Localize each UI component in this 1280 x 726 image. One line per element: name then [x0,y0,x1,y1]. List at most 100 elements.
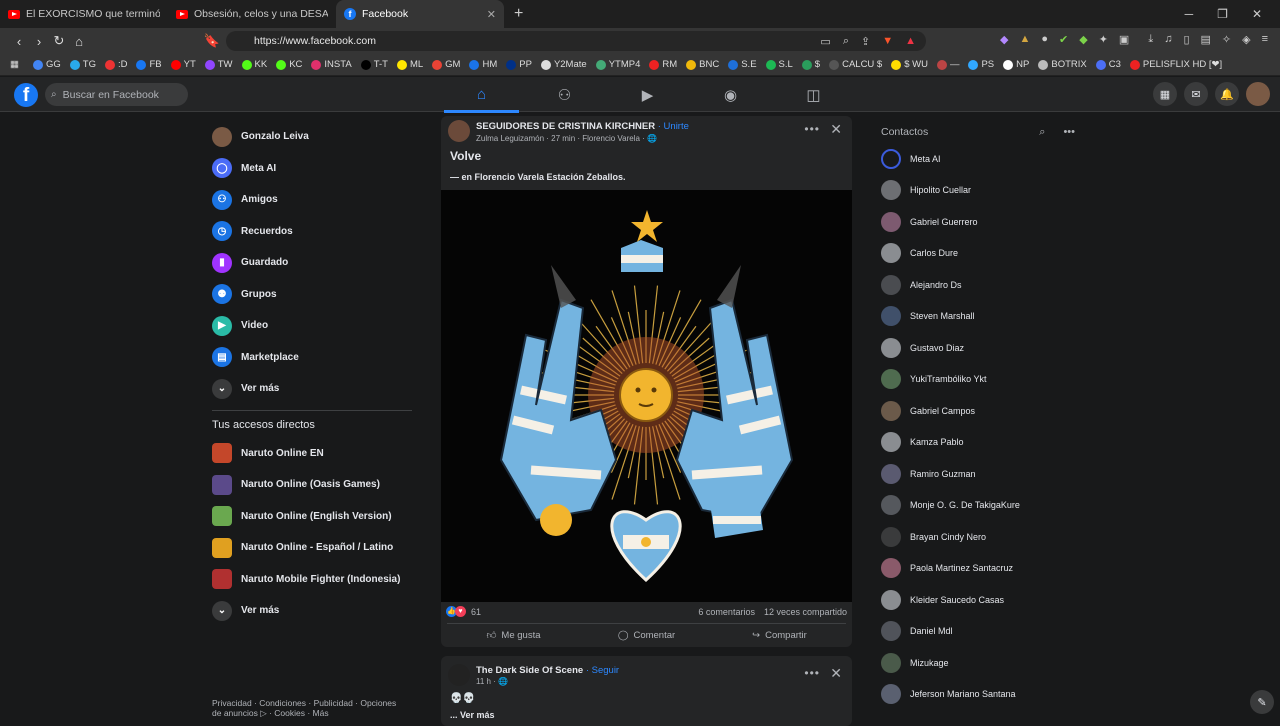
bookmark-item[interactable]: BOTRIX [1038,59,1086,70]
bookmark-item[interactable]: GG [33,59,61,70]
reload-button[interactable]: ↻ [49,33,69,49]
bookmark-item[interactable]: $ WU [891,59,928,70]
sidebar-item-meta-ai[interactable]: ◯Meta AI [212,153,412,185]
contact-item[interactable]: Monje O. G. De TakigaKure [881,490,1081,522]
reactions-icons[interactable]: 👍 ♥ [446,606,466,617]
facebook-logo[interactable]: f [14,83,38,107]
rewards-icon[interactable]: ▲ [905,35,916,47]
profile-avatar[interactable] [1246,82,1270,106]
contact-item[interactable]: YukiTrambóliko Ykt [881,364,1081,396]
share-button[interactable]: ↪Compartir [713,626,846,644]
comment-count[interactable]: 6 comentarios [698,607,755,617]
bookmark-item[interactable]: S.L [766,59,793,70]
contact-item[interactable]: Mizukage [881,647,1081,679]
bookmark-item[interactable]: RM [649,59,677,70]
extension-icon[interactable]: ● [1041,33,1048,46]
search-input[interactable]: ⌕ Buscar en Facebook [45,83,188,106]
shortcut-item[interactable]: Naruto Online - Español / Latino [212,532,412,564]
close-icon[interactable]: ✕ [830,665,842,682]
messenger-icon[interactable]: ✉ [1184,82,1208,106]
contact-item[interactable]: Hipolito Cuellar [881,175,1081,207]
see-more-link[interactable]: ... Ver más [450,710,495,720]
shortcut-item[interactable]: ⌄Ver más [212,595,412,627]
close-window-button[interactable]: ✕ [1252,7,1262,21]
sidebar-item-video[interactable]: ▶Video [212,310,412,342]
share-count[interactable]: 12 veces compartido [764,607,847,617]
bookmark-item[interactable]: $ [802,59,820,70]
bookmark-item[interactable]: BNC [686,59,719,70]
bookmark-item[interactable]: — [937,59,960,70]
sidebar-item-grupos[interactable]: ⚉Grupos [212,279,412,311]
bookmark-item[interactable]: PS [968,59,994,70]
notifications-icon[interactable]: 🔔 [1215,82,1239,106]
bookmark-item[interactable]: GM [432,59,460,70]
sidebar-item-guardado[interactable]: ▮Guardado [212,247,412,279]
contact-item[interactable]: Brayan Cindy Nero [881,521,1081,553]
sidebar-item-gonzalo-leiva[interactable]: Gonzalo Leiva [212,121,412,153]
contact-item[interactable]: Gabriel Campos [881,395,1081,427]
contact-item[interactable]: Paola Martinez Santacruz [881,553,1081,585]
groups-icon[interactable]: ◉ [689,77,772,112]
bookmark-item[interactable]: FB [136,59,161,70]
cast-icon[interactable]: ▭ [820,35,830,48]
reaction-count[interactable]: 61 [471,607,481,617]
follow-link[interactable]: · Seguir [586,665,619,676]
comment-button[interactable]: ◯Comentar [580,626,713,644]
contact-item[interactable]: Carlos Dure [881,238,1081,270]
bookmark-item[interactable]: S.E [728,59,756,70]
page-avatar[interactable] [448,664,470,686]
bookmark-item[interactable]: PP [506,59,532,70]
bookmark-item[interactable]: CALCU $ [829,59,882,70]
contact-item[interactable]: Daniel Mdl [881,616,1081,648]
bookmark-item[interactable]: TW [205,59,233,70]
sidebar-item-amigos[interactable]: ⚇Amigos [212,184,412,216]
bookmark-item[interactable]: NP [1003,59,1029,70]
bookmark-item[interactable]: PELISFLIX HD [❤] [1130,59,1222,70]
shortcut-item[interactable]: Naruto Online (Oasis Games) [212,469,412,501]
join-link[interactable]: · Unirte [658,121,689,132]
brave-shield-icon[interactable]: ▼ [882,35,893,47]
sidebar-icon[interactable]: ▯ [1183,33,1189,46]
back-button[interactable]: ‹ [9,34,29,49]
bookmark-item[interactable]: T-T [361,59,388,70]
download-icon[interactable]: ⤓ [1148,33,1153,46]
shortcut-item[interactable]: Naruto Online EN [212,438,412,470]
extension-icon[interactable]: ✔ [1059,33,1068,46]
post-image[interactable] [441,190,852,602]
bookmark-item[interactable]: YTMP4 [596,59,641,70]
menu-icon[interactable]: ≡ [1262,33,1268,46]
bookmark-item[interactable]: INSTA [311,59,351,70]
page-name[interactable]: The Dark Side Of Scene [476,665,583,676]
bookmark-item[interactable]: :D [105,59,128,70]
extension-icon[interactable]: ▣ [1119,33,1129,46]
extension-icon[interactable]: ◆ [1000,33,1008,46]
leo-icon[interactable]: ✧ [1222,33,1231,46]
wallet-icon[interactable]: ▤ [1201,33,1211,46]
contact-item[interactable]: Meta AI [881,143,1081,175]
share-icon[interactable]: ⇪ [861,35,870,48]
contact-item[interactable]: Kleider Saucedo Casas [881,584,1081,616]
close-tab-icon[interactable]: ✕ [487,8,496,21]
shortcut-item[interactable]: Naruto Mobile Fighter (Indonesia) [212,564,412,596]
extension-icon[interactable]: ▲ [1019,33,1030,46]
forward-button[interactable]: › [29,34,49,49]
music-icon[interactable]: ♫ [1164,33,1172,46]
group-avatar[interactable] [448,120,470,142]
contact-item[interactable]: Alejandro Ds [881,269,1081,301]
bookmark-icon[interactable]: 🔖 [202,33,222,49]
bookmark-item[interactable]: ML [397,59,423,70]
more-icon[interactable]: ••• [1063,126,1075,139]
bookmark-item[interactable]: KK [242,59,268,70]
apps-icon[interactable]: ▦ [10,59,19,70]
gaming-icon[interactable]: ◫ [772,77,855,112]
bookmark-item[interactable]: TG [70,59,96,70]
search-icon[interactable]: ⌕ [1039,126,1045,139]
sidebar-item-ver-m-s[interactable]: ⌄Ver más [212,373,412,405]
footer-links[interactable]: Privacidad · Condiciones · Publicidad · … [212,698,407,718]
new-tab-button[interactable]: + [504,5,533,23]
home-icon[interactable]: ⌂ [440,77,523,112]
like-button[interactable]: 👍︎Me gusta [447,626,580,644]
friends-icon[interactable]: ⚇ [523,77,606,112]
browser-tab-1[interactable]: El EXORCISMO que terminó en un [0,0,168,28]
group-name[interactable]: SEGUIDORES DE CRISTINA KIRCHNER [476,121,655,132]
